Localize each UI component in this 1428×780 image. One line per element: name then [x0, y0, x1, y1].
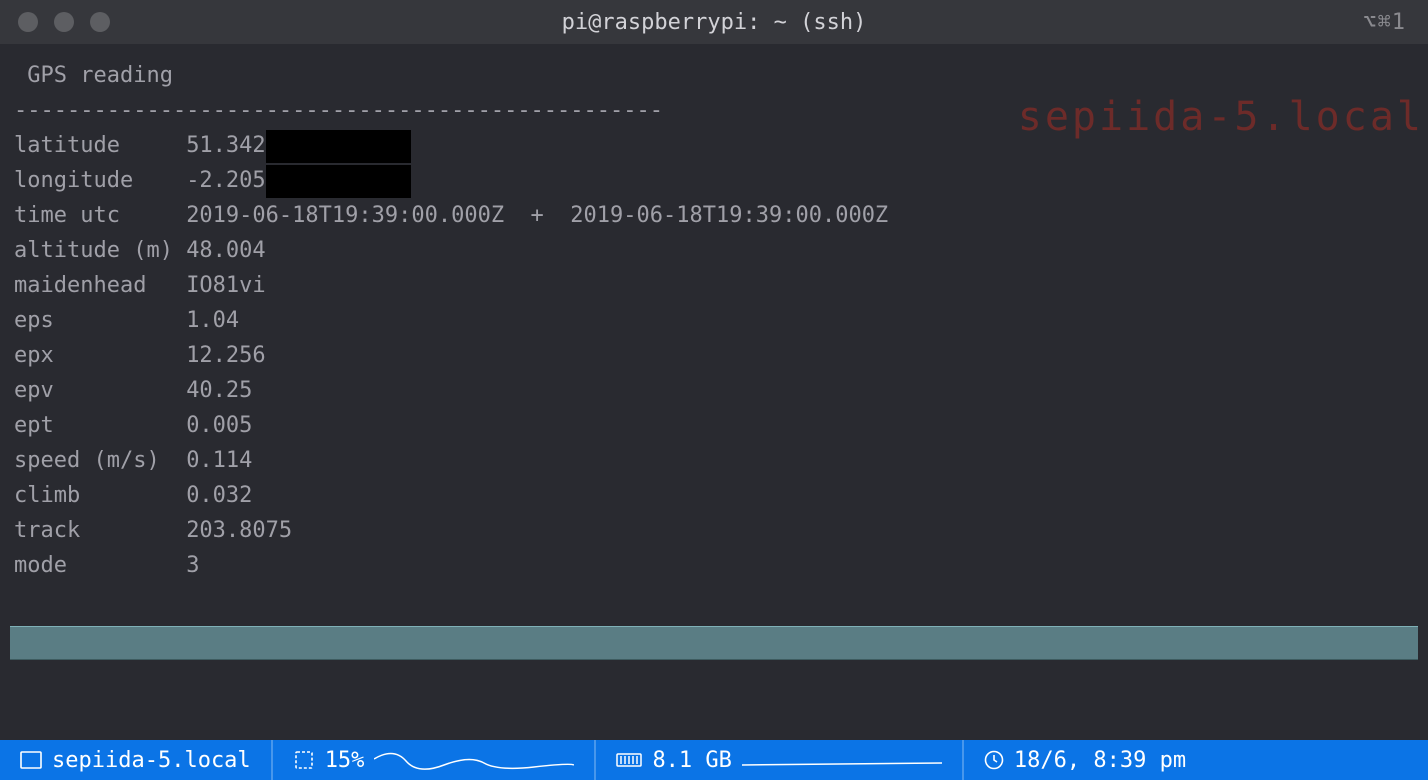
clock-icon	[984, 750, 1004, 770]
gps-value: 12.256	[186, 343, 265, 368]
gps-value: 3	[186, 553, 199, 578]
window-minimize-button[interactable]	[54, 12, 74, 32]
gps-value: 0.114	[186, 448, 252, 473]
gps-row: latitude 51.342	[14, 128, 1414, 163]
gps-label: mode	[14, 548, 186, 583]
redacted-block	[266, 130, 411, 163]
corner-shortcut-hint: ⌥⌘1	[1363, 0, 1406, 44]
memory-icon	[616, 751, 642, 769]
prompt-cursor-line[interactable]	[10, 626, 1418, 660]
status-memory[interactable]: 8.1 GB	[596, 740, 961, 780]
gps-label: epx	[14, 338, 186, 373]
cpu-sparkline	[374, 745, 574, 775]
gps-row: time utc 2019-06-18T19:39:00.000Z + 2019…	[14, 198, 1414, 233]
gps-row: climb 0.032	[14, 478, 1414, 513]
redacted-block	[266, 165, 411, 198]
gps-row: maidenhead IO81vi	[14, 268, 1414, 303]
gps-row: longitude -2.205	[14, 163, 1414, 198]
gps-label: ept	[14, 408, 186, 443]
terminal-window: pi@raspberrypi: ~ (ssh) ⌥⌘1 sepiida-5.lo…	[0, 0, 1428, 780]
status-cpu-text: 15%	[325, 748, 365, 773]
window-controls	[18, 12, 110, 32]
gps-divider: ----------------------------------------…	[14, 93, 1414, 128]
cpu-icon	[293, 749, 315, 771]
gps-value: 0.032	[186, 483, 252, 508]
gps-row: eps 1.04	[14, 303, 1414, 338]
gps-row: track 203.8075	[14, 513, 1414, 548]
status-host-text: sepiida-5.local	[52, 748, 251, 773]
gps-label: latitude	[14, 128, 186, 163]
gps-value: 1.04	[186, 308, 239, 333]
gps-value: 0.005	[186, 413, 252, 438]
gps-value: 40.25	[186, 378, 252, 403]
gps-label: eps	[14, 303, 186, 338]
gps-row: ept 0.005	[14, 408, 1414, 443]
titlebar: pi@raspberrypi: ~ (ssh) ⌥⌘1	[0, 0, 1428, 44]
gps-label: longitude	[14, 163, 186, 198]
gps-value: 48.004	[186, 238, 265, 263]
gps-row: speed (m/s) 0.114	[14, 443, 1414, 478]
gps-row: epv 40.25	[14, 373, 1414, 408]
statusbar: sepiida-5.local 15%	[0, 740, 1428, 780]
gps-row: altitude (m) 48.004	[14, 233, 1414, 268]
gps-label: climb	[14, 478, 186, 513]
gps-label: speed (m/s)	[14, 443, 186, 478]
gps-label: epv	[14, 373, 186, 408]
gps-label: altitude (m)	[14, 233, 186, 268]
window-zoom-button[interactable]	[90, 12, 110, 32]
gps-value: 51.342	[186, 133, 265, 158]
gps-heading: GPS reading	[14, 58, 1414, 93]
gps-value: 2019-06-18T19:39:00.000Z + 2019-06-18T19…	[186, 203, 888, 228]
window-title: pi@raspberrypi: ~ (ssh)	[0, 10, 1428, 35]
status-host[interactable]: sepiida-5.local	[0, 740, 271, 780]
gps-label: track	[14, 513, 186, 548]
terminal-icon	[20, 751, 42, 769]
gps-label: maidenhead	[14, 268, 186, 303]
gps-value: IO81vi	[186, 273, 265, 298]
memory-sparkline	[742, 745, 942, 775]
terminal-output[interactable]: GPS reading ----------------------------…	[0, 44, 1428, 583]
status-clock-text: 18/6, 8:39 pm	[1014, 748, 1186, 773]
status-memory-text: 8.1 GB	[652, 748, 731, 773]
gps-row: mode 3	[14, 548, 1414, 583]
gps-value: -2.205	[186, 168, 265, 193]
status-clock[interactable]: 18/6, 8:39 pm	[964, 740, 1206, 780]
gps-row: epx 12.256	[14, 338, 1414, 373]
status-cpu[interactable]: 15%	[273, 740, 595, 780]
corner-shortcut-text: ⌥⌘1	[1363, 10, 1406, 35]
gps-label: time utc	[14, 198, 186, 233]
window-close-button[interactable]	[18, 12, 38, 32]
gps-value: 203.8075	[186, 518, 292, 543]
